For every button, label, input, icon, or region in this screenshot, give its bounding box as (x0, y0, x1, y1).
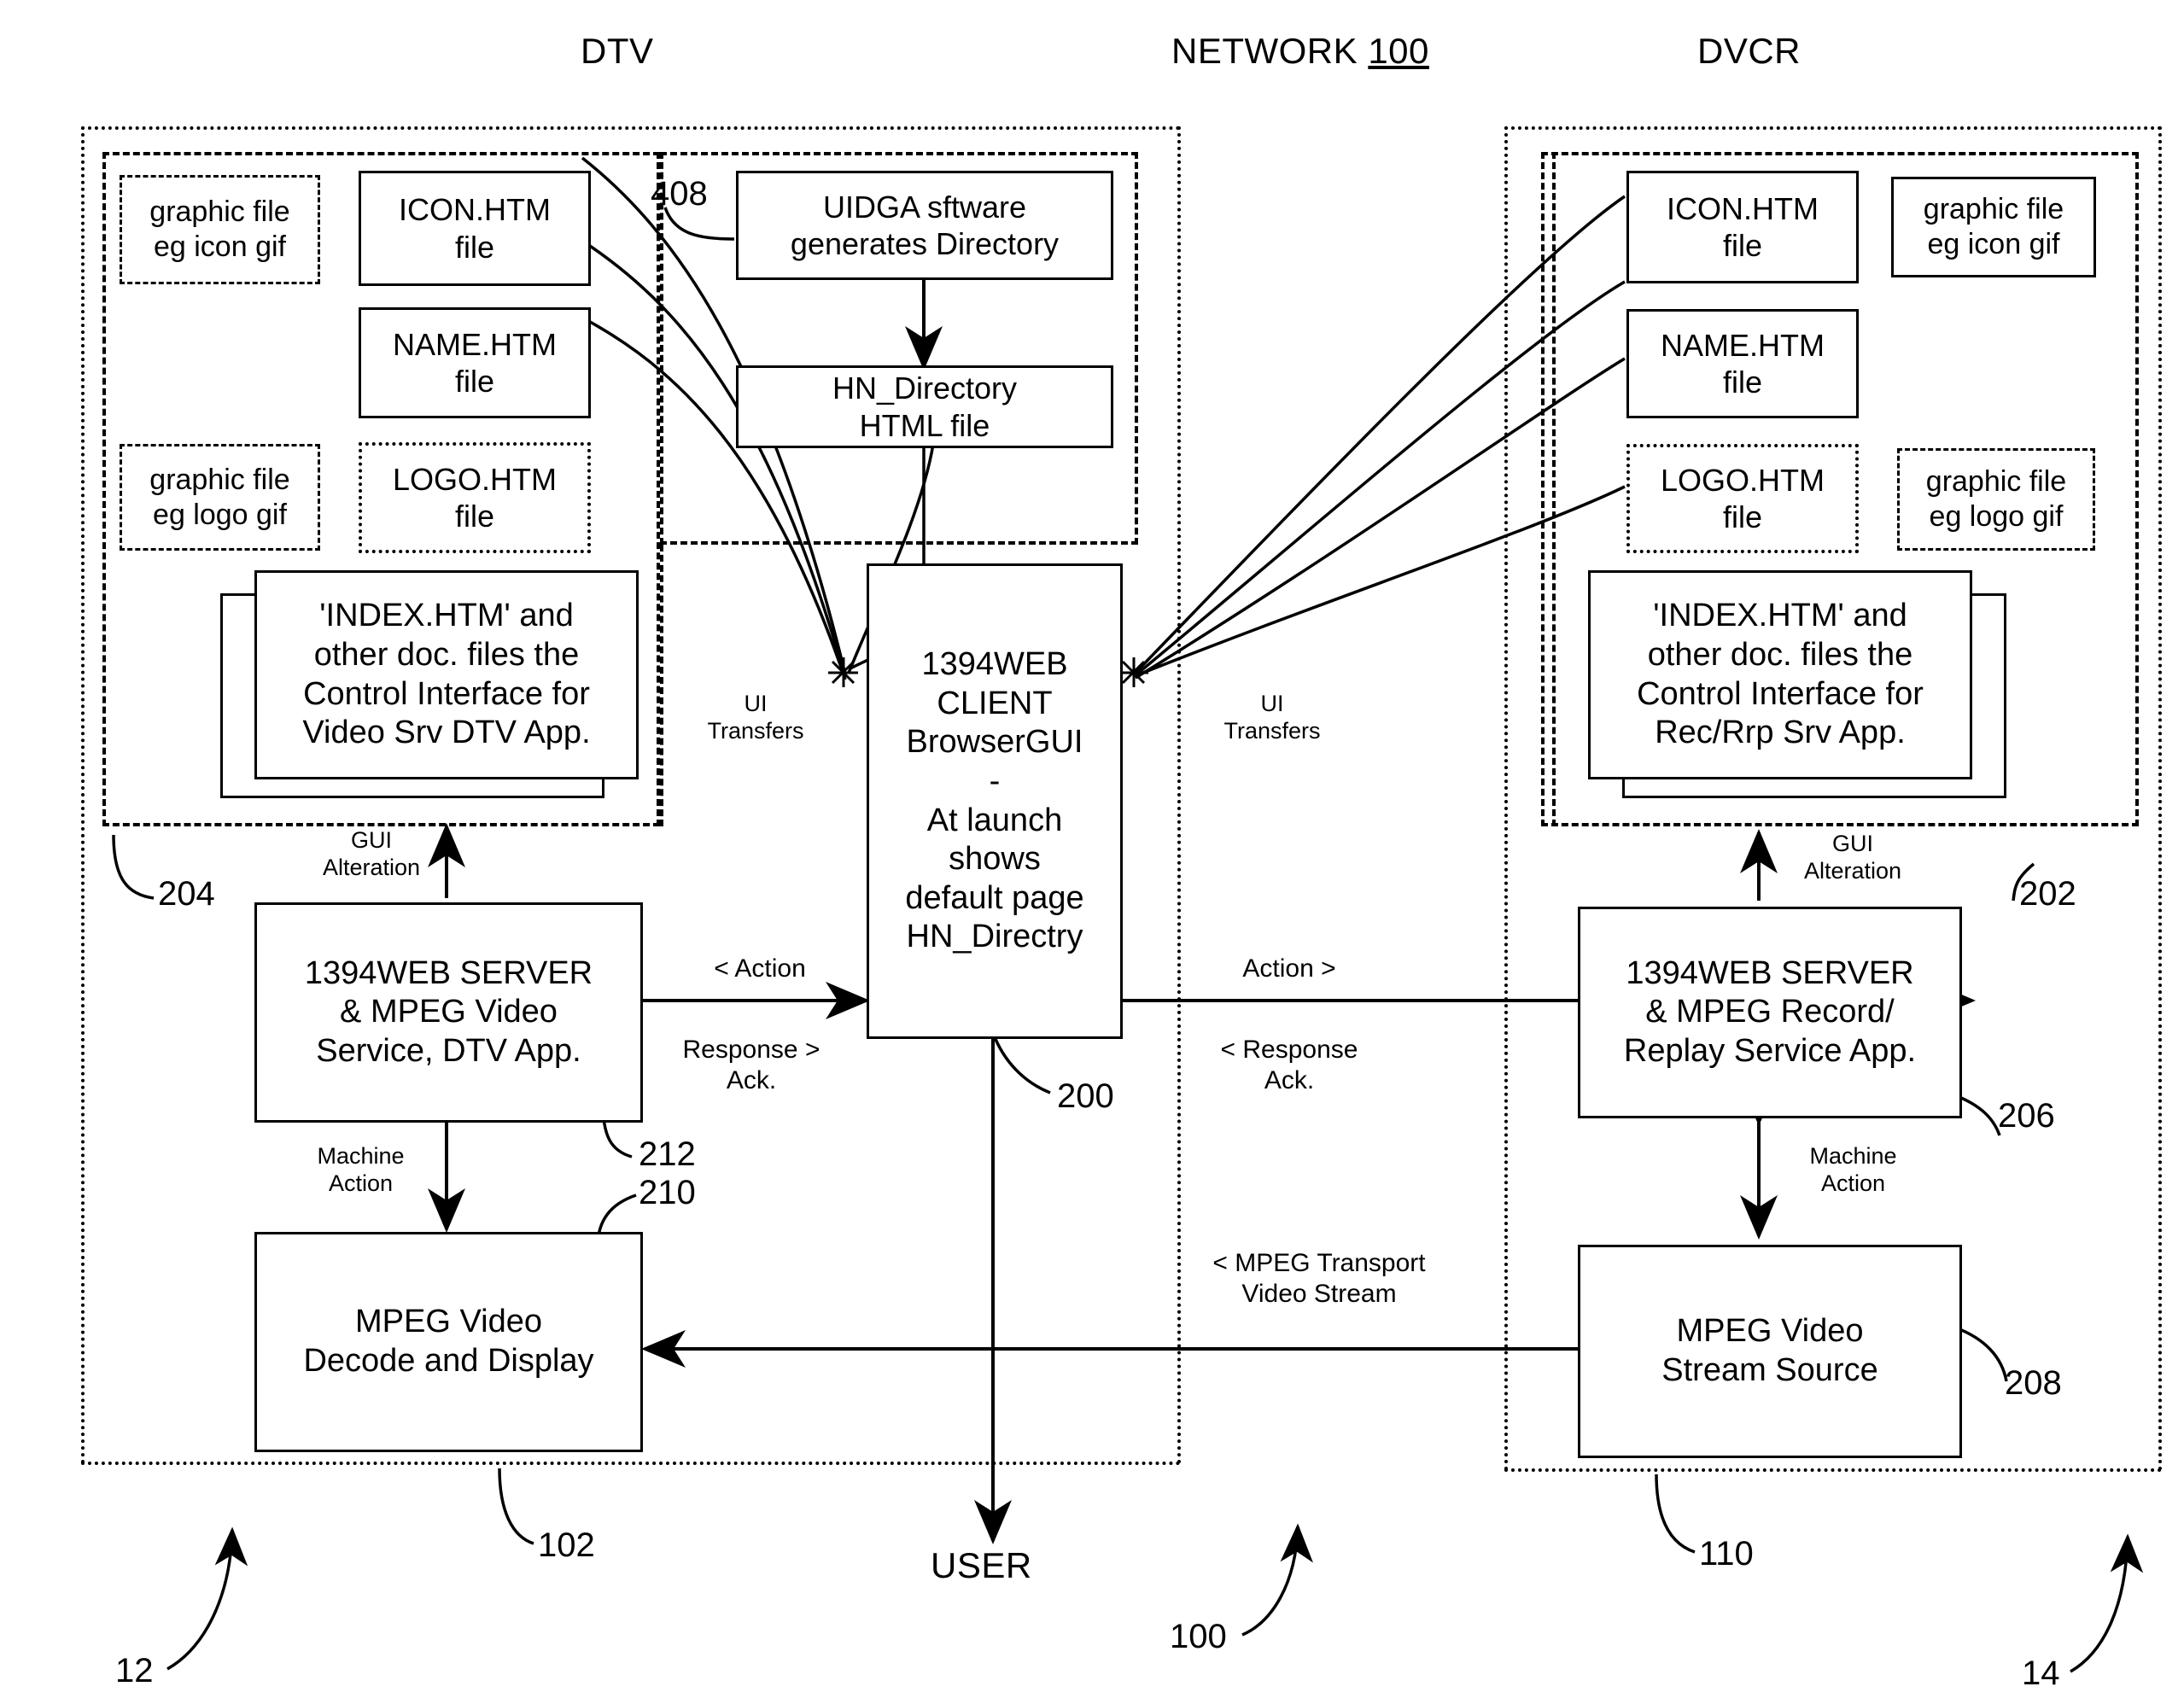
right-graphic-logo-box: graphic file eg logo gif (1897, 448, 2095, 551)
left-ui-transfers-label: UI Transfers (707, 691, 804, 744)
ref-210: 210 (639, 1174, 696, 1211)
hn-directory-file-box: HN_Directory HTML file (736, 365, 1113, 448)
right-machine-action-label: Machine Action (1809, 1143, 1897, 1197)
ref-102-leader (498, 1468, 534, 1545)
title-network: NETWORK 100 (1171, 31, 1429, 72)
ref-100-arrow (1241, 1523, 1313, 1637)
left-action-label: < Action (714, 954, 806, 983)
right-mpeg-stream-box: MPEG Video Stream Source (1578, 1245, 1962, 1458)
right-index-htm-box: 'INDEX.HTM' and other doc. files the Con… (1588, 570, 1972, 779)
left-logo-htm-box: LOGO.HTM file (359, 442, 591, 553)
right-1394web-server-box: 1394WEB SERVER & MPEG Record/ Replay Ser… (1578, 907, 1962, 1118)
left-graphic-logo-box: graphic file eg logo gif (120, 444, 320, 551)
network-label: NETWORK (1171, 31, 1369, 71)
right-region-divider (1552, 152, 1556, 826)
left-1394web-server-box: 1394WEB SERVER & MPEG Video Service, DTV… (254, 902, 643, 1123)
1394web-client-box: 1394WEB CLIENT BrowserGUI - At launch sh… (867, 563, 1123, 1039)
left-index-htm-box: 'INDEX.HTM' and other doc. files the Con… (254, 570, 639, 779)
ref-110: 110 (1699, 1535, 1754, 1573)
ref-212: 212 (639, 1135, 696, 1173)
ref-200: 200 (1057, 1077, 1114, 1115)
right-icon-htm-box: ICON.HTM file (1626, 171, 1859, 283)
left-region-divider (660, 545, 663, 826)
ref-202: 202 (2019, 875, 2076, 913)
title-dtv: DTV (581, 31, 654, 71)
network-number: 100 (1368, 31, 1429, 71)
uidga-software-box: UIDGA sftware generates Directory (736, 171, 1113, 280)
ref-12: 12 (115, 1652, 154, 1689)
right-ui-transfers-label: UI Transfers (1223, 691, 1321, 744)
left-machine-action-label: Machine Action (317, 1143, 405, 1197)
right-name-htm-box: NAME.HTM file (1626, 309, 1859, 418)
patent-figure: DTV NETWORK 100 DVCR graphic file eg ico… (0, 0, 2184, 1704)
right-response-label: < Response Ack. (1220, 1036, 1358, 1094)
ref-102: 102 (538, 1526, 595, 1564)
ref-110-leader (1655, 1473, 1696, 1554)
left-name-htm-box: NAME.HTM file (359, 307, 591, 418)
left-mpeg-decode-box: MPEG Video Decode and Display (254, 1232, 643, 1452)
title-dvcr: DVCR (1697, 31, 1802, 71)
ref-14-arrow (2070, 1533, 2144, 1673)
ref-204: 204 (158, 875, 215, 913)
left-graphic-icon-box: graphic file eg icon gif (120, 175, 320, 284)
ref-12-arrow (166, 1526, 248, 1671)
left-icon-htm-box: ICON.HTM file (359, 171, 591, 286)
ref-14: 14 (2022, 1654, 2060, 1692)
ref-206: 206 (1998, 1097, 2055, 1135)
right-action-label: Action > (1242, 954, 1336, 983)
right-graphic-icon-box: graphic file eg icon gif (1891, 177, 2096, 277)
mpeg-transport-label: < MPEG Transport Video Stream (1212, 1249, 1426, 1308)
ref-408: 408 (651, 175, 708, 213)
right-logo-htm-box: LOGO.HTM file (1626, 444, 1859, 553)
ref-208: 208 (2005, 1364, 2062, 1402)
right-gui-alteration-label: GUI Alteration (1803, 831, 1902, 884)
user-label: USER (931, 1545, 1032, 1585)
ref-100: 100 (1170, 1618, 1227, 1655)
left-response-label: Response > Ack. (682, 1036, 820, 1094)
left-gui-alteration-label: GUI Alteration (322, 827, 421, 881)
